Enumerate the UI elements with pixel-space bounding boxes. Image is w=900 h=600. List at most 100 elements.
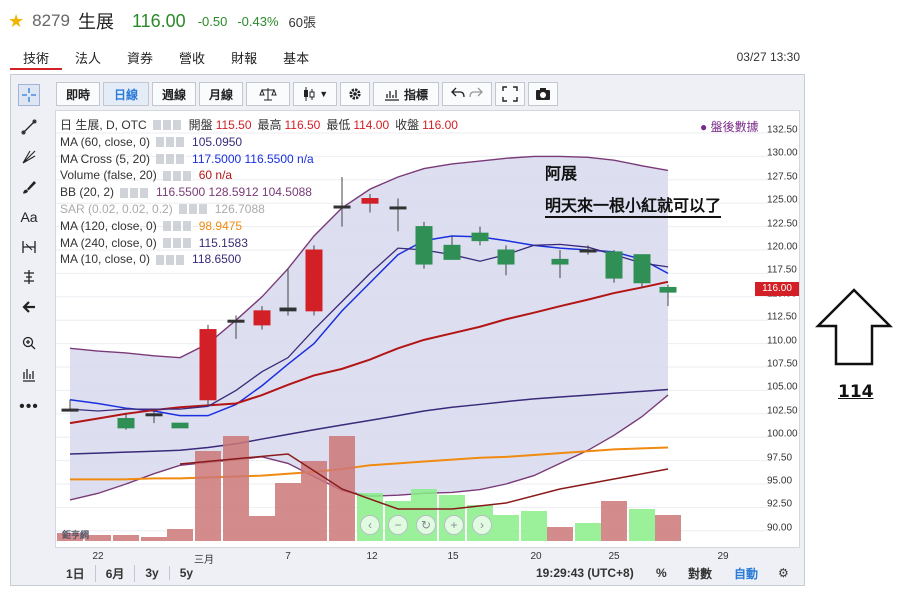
date-tick-label: 7: [285, 551, 291, 562]
range-1d-button[interactable]: 1日: [56, 564, 96, 582]
candle-body: [227, 319, 245, 323]
undo-redo-group: [442, 82, 492, 106]
tab-basic[interactable]: 基本: [270, 44, 322, 70]
fib-fan-icon[interactable]: [18, 146, 40, 168]
legend-row-bb: BB (20, 2) 116.5500 128.5912 104.5088: [60, 184, 464, 201]
volume-bar: [575, 523, 601, 541]
low-label: 最低: [326, 118, 351, 132]
legend-main-controls[interactable]: [152, 120, 183, 131]
daily-button[interactable]: 日線: [103, 82, 149, 106]
indicator-legend: 日 生展, D, OTC 開盤 115.50 最高 116.50 最低 114.…: [60, 117, 464, 268]
legend-name: MA (240, close, 0): [60, 235, 157, 250]
legend-row-volume: Volume (false, 20) 60 n/a: [60, 167, 464, 184]
scroll-left-icon[interactable]: ‹: [360, 515, 380, 535]
price-tick-label: 112.50: [767, 311, 797, 323]
redo-icon[interactable]: [469, 87, 483, 102]
candle-body: [605, 251, 623, 279]
legend-row-ma60: MA (60, close, 0) 105.0950: [60, 134, 464, 151]
legend-controls[interactable]: [162, 170, 193, 181]
tab-margin[interactable]: 資券: [114, 44, 166, 70]
legend-row-ma10: MA (10, close, 0) 118.6500: [60, 251, 464, 268]
candle-type-button[interactable]: ▼: [293, 82, 337, 106]
volume-bar: [493, 515, 519, 541]
chevron-down-icon: ▼: [319, 89, 329, 99]
stock-change-pct: -0.43%: [237, 13, 279, 29]
axis-settings-gear-icon[interactable]: ⚙: [778, 566, 789, 580]
tab-financials[interactable]: 財報: [218, 44, 270, 70]
crosshair-icon[interactable]: [18, 84, 40, 106]
scroll-right-icon[interactable]: ›: [472, 515, 492, 535]
trend-line-icon[interactable]: [18, 116, 40, 138]
legend-value: 117.5000 116.5500 n/a: [192, 151, 314, 166]
price-tick-label: 95.00: [767, 475, 793, 487]
date-tick-label: 15: [447, 551, 459, 562]
zoom-in-plus-icon[interactable]: +: [444, 515, 464, 535]
annotation-comment: 明天來一根小紅就可以了: [545, 192, 722, 218]
log-toggle[interactable]: 對數: [688, 565, 712, 582]
tab-institutional[interactable]: 法人: [62, 44, 114, 70]
measure-bars-icon[interactable]: [18, 364, 40, 386]
range-3y-button[interactable]: 3y: [135, 566, 170, 580]
legend-controls[interactable]: [162, 237, 193, 248]
legend-name: BB (20, 2): [60, 185, 115, 200]
legend-name: MA Cross (5, 20): [60, 151, 151, 166]
indicators-button[interactable]: 指標: [373, 82, 439, 106]
tab-revenue[interactable]: 營收: [166, 44, 218, 70]
candle-body: [579, 249, 597, 253]
range-5y-button[interactable]: 5y: [170, 566, 203, 580]
measure-icon[interactable]: [18, 266, 40, 288]
date-axis[interactable]: 22 三月 7 12 15 20 25 29: [56, 548, 766, 566]
zoom-in-icon[interactable]: [18, 332, 40, 354]
legend-name: MA (10, close, 0): [60, 252, 151, 267]
compare-scale-icon[interactable]: [246, 82, 290, 106]
volume-bar: [301, 461, 327, 541]
after-hours-link[interactable]: ● 盤後數據: [700, 118, 759, 135]
legend-controls[interactable]: [120, 187, 151, 198]
legend-controls[interactable]: [178, 204, 209, 215]
zoom-out-icon[interactable]: −: [388, 515, 408, 535]
price-tick-label: 120.00: [767, 241, 798, 253]
camera-icon[interactable]: [528, 82, 558, 106]
annotation-name: 阿展: [545, 164, 578, 183]
tab-technical[interactable]: 技術: [10, 44, 63, 70]
current-price-tag: 116.00: [755, 282, 799, 296]
settings-gear-icon[interactable]: [340, 82, 370, 106]
brush-icon[interactable]: [18, 176, 40, 198]
legend-main-row: 日 生展, D, OTC 開盤 115.50 最高 116.50 最低 114.…: [60, 117, 464, 134]
stock-volume: 60張: [288, 14, 316, 30]
price-axis[interactable]: 132.50 130.00 127.50 125.00 122.50 120.00 117.…: [767, 120, 803, 550]
watermark-text: 鉅亨網: [62, 530, 90, 540]
legend-symbol: 日 生展, D, OTC: [60, 118, 147, 132]
low-value: 114.00: [353, 118, 390, 132]
watermark-logo: 鉅亨網: [62, 528, 89, 541]
arrow-left-icon[interactable]: [18, 296, 40, 318]
favorite-star-icon[interactable]: ★: [8, 11, 24, 32]
indicator-chart-icon: [384, 90, 399, 101]
candlestick-icon: [303, 87, 315, 101]
chart-toolbar: 即時 日線 週線 月線 ▼ 指標: [56, 82, 558, 108]
legend-controls[interactable]: [156, 137, 187, 148]
reset-icon[interactable]: ↻: [416, 515, 436, 535]
price-tick-label: 97.50: [767, 452, 793, 464]
text-tool-icon[interactable]: Aa: [18, 206, 40, 228]
candle-body: [199, 329, 217, 401]
legend-controls[interactable]: [156, 153, 187, 164]
fullscreen-icon[interactable]: [495, 82, 525, 106]
percent-toggle[interactable]: %: [656, 566, 667, 580]
legend-controls[interactable]: [156, 254, 187, 265]
legend-controls[interactable]: [162, 221, 193, 232]
range-6m-button[interactable]: 6月: [96, 564, 136, 582]
volume-bar: [249, 516, 275, 541]
intraday-button[interactable]: 即時: [56, 82, 100, 106]
undo-icon[interactable]: [451, 87, 465, 102]
more-icon[interactable]: •••: [18, 396, 40, 418]
weekly-button[interactable]: 週線: [152, 82, 196, 106]
date-tick-label: 22: [92, 551, 104, 562]
monthly-button[interactable]: 月線: [199, 82, 243, 106]
auto-scale-toggle[interactable]: 自動: [734, 565, 758, 582]
price-tick-label: 117.50: [767, 264, 797, 276]
high-value: 116.50: [284, 118, 321, 132]
legend-value: 98.9475: [198, 218, 243, 233]
pattern-icon[interactable]: [18, 236, 40, 258]
legend-row-ma120: MA (120, close, 0) 98.9475: [60, 218, 464, 235]
